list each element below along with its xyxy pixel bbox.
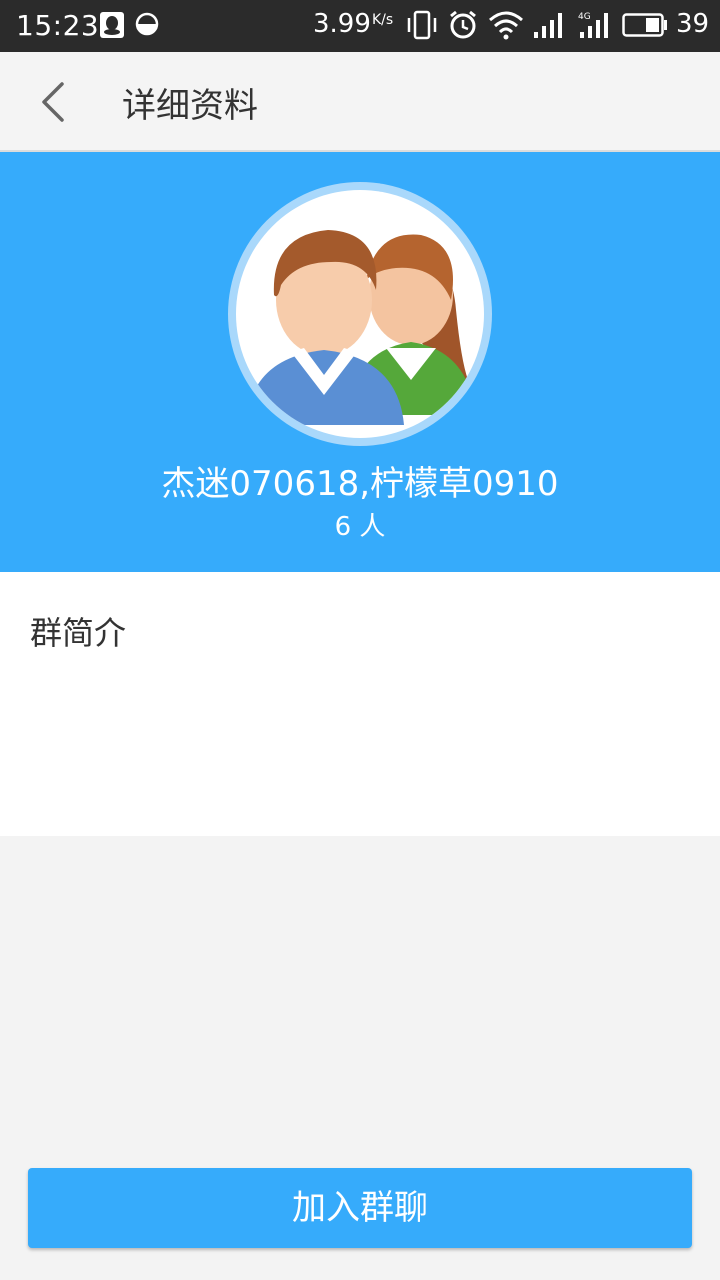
wifi-icon xyxy=(489,11,523,40)
signal-icon xyxy=(534,13,562,38)
network-type-label: 4G xyxy=(578,12,591,22)
signal-4g-icon: 4G xyxy=(578,12,608,38)
group-avatar[interactable] xyxy=(236,190,484,438)
battery-level: 39 xyxy=(676,9,710,39)
group-members-icon xyxy=(246,230,476,425)
network-speed-unit: K/s xyxy=(372,12,394,28)
group-profile-banner: 杰迷070618,柠檬草0910 6 人 xyxy=(0,152,720,572)
qq-notification-icon xyxy=(100,12,124,38)
page-title: 详细资料 xyxy=(122,86,258,126)
back-button[interactable] xyxy=(30,74,80,130)
member-count: 6 人 xyxy=(334,512,386,542)
status-time: 15:23 xyxy=(16,9,100,42)
network-speed: 3.99 xyxy=(313,9,371,39)
alarm-icon xyxy=(450,10,476,39)
sync-icon xyxy=(135,12,159,36)
top-app-bar: 详细资料 xyxy=(0,52,720,152)
group-intro-section: 群简介 xyxy=(0,572,720,836)
vibrate-icon xyxy=(407,10,437,40)
status-bar: 15:23 3.99 K/s 4G 39 xyxy=(0,0,720,52)
battery-icon xyxy=(622,13,667,37)
group-intro-label: 群简介 xyxy=(30,614,127,652)
join-group-button[interactable]: 加入群聊 xyxy=(28,1168,692,1248)
avatar-ring xyxy=(228,182,492,446)
group-name: 杰迷070618,柠檬草0910 xyxy=(161,464,559,504)
